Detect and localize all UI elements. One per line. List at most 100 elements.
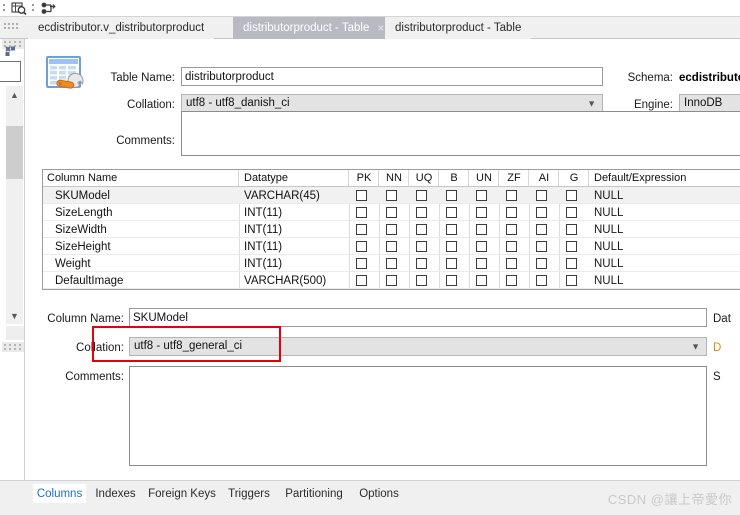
checkbox-un[interactable] — [476, 258, 487, 269]
grid-header-default-expression[interactable]: Default/Expression — [590, 170, 740, 186]
checkbox-ai[interactable] — [536, 224, 547, 235]
checkbox-b[interactable] — [446, 224, 457, 235]
grid-header-b[interactable]: B — [440, 170, 469, 186]
checkbox-zf[interactable] — [506, 258, 517, 269]
scroll-thumb[interactable] — [6, 126, 23, 179]
table-comments-textarea[interactable] — [181, 111, 740, 156]
grid-header-g[interactable]: G — [560, 170, 589, 186]
checkbox-b[interactable] — [446, 275, 457, 286]
route-flow-icon[interactable] — [40, 1, 56, 16]
cell-default-expression[interactable]: NULL — [590, 187, 740, 204]
detail-comments-textarea[interactable] — [129, 366, 707, 466]
checkbox-g[interactable] — [566, 224, 577, 235]
checkbox-pk[interactable] — [356, 207, 367, 218]
checkbox-ai[interactable] — [536, 275, 547, 286]
checkbox-zf[interactable] — [506, 241, 517, 252]
table-row[interactable]: SizeLength INT(11) NULL — [43, 204, 740, 221]
bottom-tab-options[interactable]: Options — [354, 484, 404, 503]
checkbox-b[interactable] — [446, 258, 457, 269]
checkbox-zf[interactable] — [506, 190, 517, 201]
checkbox-g[interactable] — [566, 258, 577, 269]
left-rail-input-box[interactable] — [0, 61, 21, 82]
cell-datatype[interactable]: INT(11) — [240, 238, 349, 255]
table-row[interactable]: SKUModel VARCHAR(45) NULL — [43, 187, 740, 204]
cell-datatype[interactable]: VARCHAR(45) — [240, 187, 349, 204]
bottom-tab-foreign-keys[interactable]: Foreign Keys — [145, 484, 219, 503]
grid-header-uq[interactable]: UQ — [410, 170, 439, 186]
checkbox-b[interactable] — [446, 190, 457, 201]
table-name-input[interactable] — [181, 67, 603, 86]
scroll-down-icon[interactable]: ▼ — [6, 307, 23, 324]
checkbox-g[interactable] — [566, 275, 577, 286]
table-row[interactable]: DefaultImage VARCHAR(500) NULL — [43, 272, 740, 289]
scroll-up-icon[interactable]: ▲ — [6, 86, 23, 103]
bottom-tab-partitioning[interactable]: Partitioning — [279, 484, 349, 503]
cell-datatype[interactable]: INT(11) — [240, 221, 349, 238]
table-row[interactable]: SizeWidth INT(11) NULL — [43, 221, 740, 238]
toolbar-grip-2[interactable] — [32, 3, 35, 14]
cell-datatype[interactable]: INT(11) — [240, 204, 349, 221]
checkbox-un[interactable] — [476, 275, 487, 286]
checkbox-g[interactable] — [566, 190, 577, 201]
checkbox-uq[interactable] — [416, 207, 427, 218]
collapse-panel-icon[interactable] — [4, 45, 18, 59]
cell-column-name[interactable]: SizeLength — [43, 204, 239, 221]
cell-datatype[interactable]: INT(11) — [240, 255, 349, 272]
checkbox-uq[interactable] — [416, 224, 427, 235]
toolbar-grip-1[interactable] — [3, 3, 6, 14]
bottom-tab-columns[interactable]: Columns — [33, 484, 86, 503]
checkbox-nn[interactable] — [386, 190, 397, 201]
checkbox-un[interactable] — [476, 224, 487, 235]
checkbox-nn[interactable] — [386, 207, 397, 218]
cell-column-name[interactable]: DefaultImage — [43, 272, 239, 289]
checkbox-pk[interactable] — [356, 224, 367, 235]
checkbox-pk[interactable] — [356, 258, 367, 269]
checkbox-zf[interactable] — [506, 207, 517, 218]
left-rail-grip-bottom[interactable] — [2, 342, 24, 352]
cell-column-name[interactable]: SizeHeight — [43, 238, 239, 255]
grid-header-column-name[interactable]: Column Name — [43, 170, 239, 186]
checkbox-zf[interactable] — [506, 275, 517, 286]
grid-header-ai[interactable]: AI — [530, 170, 559, 186]
grid-header-un[interactable]: UN — [470, 170, 499, 186]
grid-header-nn[interactable]: NN — [380, 170, 409, 186]
checkbox-g[interactable] — [566, 207, 577, 218]
detail-column-name-input[interactable] — [129, 308, 707, 327]
checkbox-b[interactable] — [446, 207, 457, 218]
checkbox-g[interactable] — [566, 241, 577, 252]
checkbox-uq[interactable] — [416, 275, 427, 286]
tab-ecdistributor-v-distributorproduct[interactable]: ecdistributor.v_distributorproduct — [28, 17, 215, 39]
checkbox-ai[interactable] — [536, 258, 547, 269]
close-icon[interactable]: × — [377, 22, 384, 34]
table-row[interactable]: SizeHeight INT(11) NULL — [43, 238, 740, 255]
tab-distributorproduct-table-selected[interactable]: distributorproduct - Table × — [233, 17, 395, 39]
cell-default-expression[interactable]: NULL — [590, 255, 740, 272]
cell-column-name[interactable]: SKUModel — [43, 187, 239, 204]
cell-column-name[interactable]: SizeWidth — [43, 221, 239, 238]
grid-header-zf[interactable]: ZF — [500, 170, 529, 186]
tabbar-grip[interactable] — [4, 23, 20, 33]
checkbox-pk[interactable] — [356, 190, 367, 201]
bottom-tab-indexes[interactable]: Indexes — [91, 484, 140, 503]
checkbox-nn[interactable] — [386, 275, 397, 286]
cell-default-expression[interactable]: NULL — [590, 221, 740, 238]
checkbox-ai[interactable] — [536, 207, 547, 218]
cell-default-expression[interactable]: NULL — [590, 204, 740, 221]
checkbox-un[interactable] — [476, 241, 487, 252]
cell-datatype[interactable]: VARCHAR(500) — [240, 272, 349, 289]
checkbox-uq[interactable] — [416, 241, 427, 252]
checkbox-ai[interactable] — [536, 241, 547, 252]
checkbox-nn[interactable] — [386, 258, 397, 269]
checkbox-nn[interactable] — [386, 241, 397, 252]
cell-default-expression[interactable]: NULL — [590, 238, 740, 255]
bottom-tab-triggers[interactable]: Triggers — [224, 484, 274, 503]
table-row[interactable]: Weight INT(11) NULL — [43, 255, 740, 272]
left-rail-scrollbar[interactable]: ▲ ▼ — [6, 86, 23, 324]
cell-column-name[interactable]: Weight — [43, 255, 239, 272]
checkbox-b[interactable] — [446, 241, 457, 252]
grid-header-pk[interactable]: PK — [350, 170, 379, 186]
checkbox-ai[interactable] — [536, 190, 547, 201]
checkbox-pk[interactable] — [356, 275, 367, 286]
checkbox-un[interactable] — [476, 207, 487, 218]
tab-distributorproduct-table-2[interactable]: distributorproduct - Table — [385, 17, 532, 39]
